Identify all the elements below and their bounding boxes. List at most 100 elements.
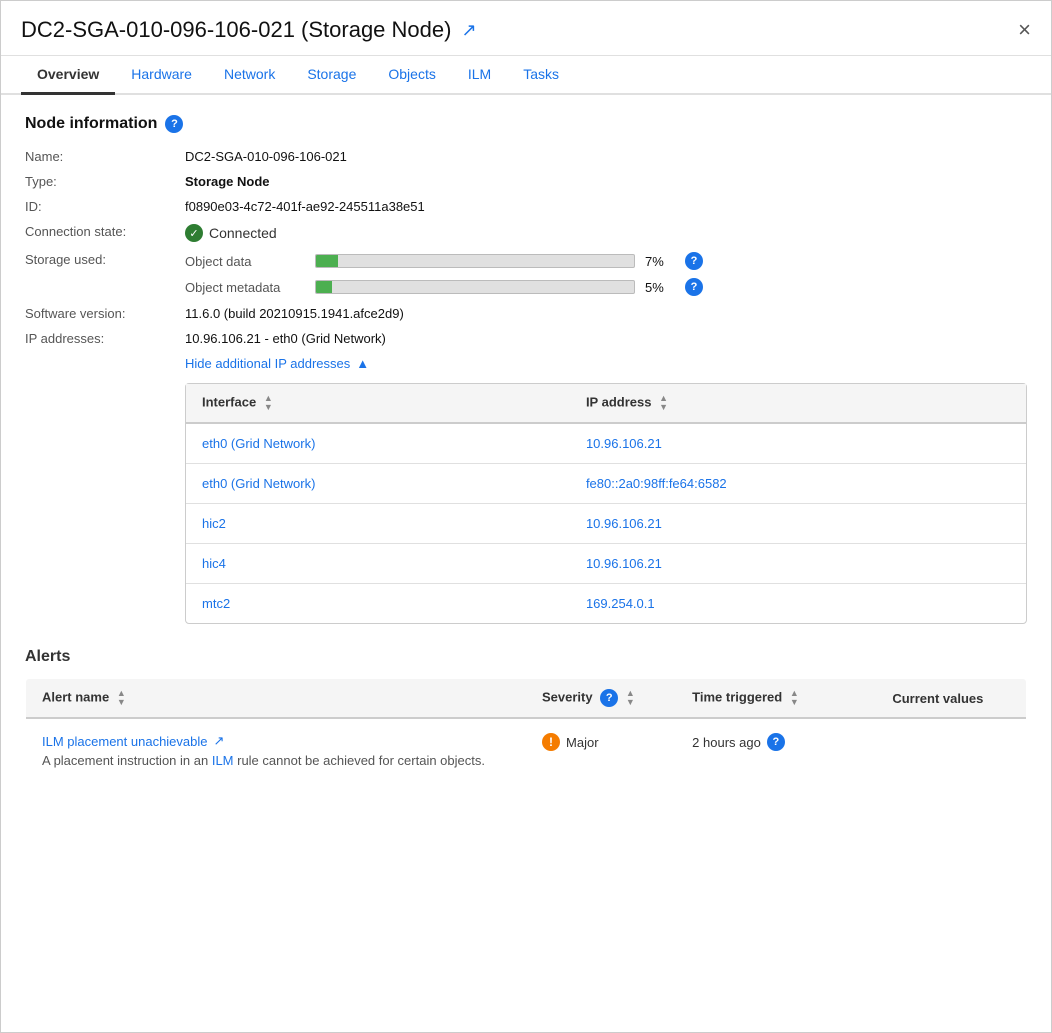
- ip-table-row: eth0 (Grid Network) 10.96.106.21: [186, 423, 1026, 464]
- ip-table-wrapper: Interface ▲▼ IP address ▲▼ eth0 (Grid Ne…: [185, 383, 1027, 624]
- severity-label: Major: [566, 735, 599, 750]
- time-sort-icon[interactable]: ▲▼: [790, 689, 799, 707]
- alerts-table-body: ILM placement unachievable ↗ A placement…: [26, 718, 1027, 783]
- tab-objects[interactable]: Objects: [372, 56, 451, 95]
- alert-description: A placement instruction in an ILM rule c…: [42, 753, 510, 768]
- tab-ilm[interactable]: ILM: [452, 56, 507, 95]
- alert-name-link[interactable]: ILM placement unachievable ↗: [42, 733, 510, 749]
- severity-major: ! Major: [542, 733, 660, 751]
- time-triggered-cell: 2 hours ago ?: [676, 718, 876, 783]
- hide-ip-addresses-link[interactable]: Hide additional IP addresses ▲: [185, 356, 1027, 371]
- severity-cell: ! Major: [526, 718, 676, 783]
- storage-used-label: Storage used:: [25, 252, 185, 267]
- ip-table-col-interface[interactable]: Interface ▲▼: [186, 384, 570, 423]
- storage-used-block: Object data 7% ? Object metadata 5% ?: [185, 252, 703, 296]
- ip-cell: 10.96.106.21: [570, 504, 1026, 544]
- type-row: Type: Storage Node: [25, 174, 1027, 189]
- ip-cell: 10.96.106.21: [570, 423, 1026, 464]
- ip-table-row: eth0 (Grid Network) fe80::2a0:98ff:fe64:…: [186, 464, 1026, 504]
- type-value: Storage Node: [185, 174, 270, 189]
- ip-table-row: mtc2 169.254.0.1: [186, 584, 1026, 624]
- connection-state-label: Connection state:: [25, 224, 185, 239]
- storage-used-row: Storage used: Object data 7% ? Object me…: [25, 252, 1027, 296]
- software-version-row: Software version: 11.6.0 (build 20210915…: [25, 306, 1027, 321]
- tab-storage[interactable]: Storage: [291, 56, 372, 95]
- ip-cell: fe80::2a0:98ff:fe64:6582: [570, 464, 1026, 504]
- connection-state-row: Connection state: ✓ Connected: [25, 224, 1027, 242]
- object-data-help-icon[interactable]: ?: [685, 252, 703, 270]
- alerts-col-severity[interactable]: Severity ? ▲▼: [526, 679, 676, 719]
- object-metadata-progress-bar: [316, 281, 332, 293]
- id-label: ID:: [25, 199, 185, 214]
- tab-bar: Overview Hardware Network Storage Object…: [1, 56, 1051, 95]
- object-metadata-label: Object metadata: [185, 280, 305, 295]
- ip-cell: 169.254.0.1: [570, 584, 1026, 624]
- content-area: Node information ? Name: DC2-SGA-010-096…: [1, 95, 1051, 803]
- interface-cell: eth0 (Grid Network): [186, 464, 570, 504]
- tab-tasks[interactable]: Tasks: [507, 56, 575, 95]
- software-version-value: 11.6.0 (build 20210915.1941.afce2d9): [185, 306, 404, 321]
- severity-major-icon: !: [542, 733, 560, 751]
- interface-cell: hic4: [186, 544, 570, 584]
- interface-cell: hic2: [186, 504, 570, 544]
- tab-network[interactable]: Network: [208, 56, 291, 95]
- interface-sort-icon[interactable]: ▲▼: [264, 394, 273, 412]
- ip-toggle-container: Hide additional IP addresses ▲: [185, 356, 1027, 371]
- object-data-progress-container: [315, 254, 635, 268]
- ip-table-header: Interface ▲▼ IP address ▲▼: [186, 384, 1026, 423]
- object-data-row: Object data 7% ?: [185, 252, 703, 270]
- name-value: DC2-SGA-010-096-106-021: [185, 149, 347, 164]
- ip-sort-icon[interactable]: ▲▼: [659, 394, 668, 412]
- node-info-help-icon[interactable]: ?: [165, 115, 183, 133]
- ip-table-col-ip[interactable]: IP address ▲▼: [570, 384, 1026, 423]
- alerts-section-title: Alerts: [25, 648, 1027, 666]
- ip-addresses-value: 10.96.106.21 - eth0 (Grid Network): [185, 331, 386, 346]
- object-metadata-help-icon[interactable]: ?: [685, 278, 703, 296]
- title-text: DC2-SGA-010-096-106-021 (Storage Node): [21, 17, 451, 43]
- ip-table-row: hic2 10.96.106.21: [186, 504, 1026, 544]
- ip-table: Interface ▲▼ IP address ▲▼ eth0 (Grid Ne…: [186, 384, 1026, 623]
- software-version-label: Software version:: [25, 306, 185, 321]
- storage-node-modal: DC2-SGA-010-096-106-021 (Storage Node) ↗…: [0, 0, 1052, 1033]
- modal-header: DC2-SGA-010-096-106-021 (Storage Node) ↗…: [1, 1, 1051, 56]
- modal-title: DC2-SGA-010-096-106-021 (Storage Node) ↗: [21, 17, 477, 43]
- alerts-table-header: Alert name ▲▼ Severity ? ▲▼ Time trigger…: [26, 679, 1027, 719]
- object-metadata-row: Object metadata 5% ?: [185, 278, 703, 296]
- tab-hardware[interactable]: Hardware: [115, 56, 208, 95]
- id-value: f0890e03-4c72-401f-ae92-245511a38e51: [185, 199, 425, 214]
- current-values-cell: [876, 718, 1026, 783]
- time-help-icon[interactable]: ?: [767, 733, 785, 751]
- external-link-icon[interactable]: ↗: [461, 20, 476, 41]
- ip-addresses-row: IP addresses: 10.96.106.21 - eth0 (Grid …: [25, 331, 1027, 346]
- object-data-label: Object data: [185, 254, 305, 269]
- object-metadata-progress-container: [315, 280, 635, 294]
- ilm-link[interactable]: ILM: [212, 753, 234, 768]
- tab-overview[interactable]: Overview: [21, 56, 115, 95]
- id-row: ID: f0890e03-4c72-401f-ae92-245511a38e51: [25, 199, 1027, 214]
- ip-table-body: eth0 (Grid Network) 10.96.106.21 eth0 (G…: [186, 423, 1026, 623]
- connected-check-icon: ✓: [185, 224, 203, 242]
- ip-addresses-label: IP addresses:: [25, 331, 185, 346]
- ip-cell: 10.96.106.21: [570, 544, 1026, 584]
- chevron-up-icon: ▲: [356, 356, 369, 371]
- type-label: Type:: [25, 174, 185, 189]
- alert-name-sort-icon[interactable]: ▲▼: [117, 689, 126, 707]
- name-label: Name:: [25, 149, 185, 164]
- ip-table-container: Interface ▲▼ IP address ▲▼ eth0 (Grid Ne…: [185, 383, 1027, 624]
- alert-external-link-icon[interactable]: ↗: [214, 733, 225, 749]
- object-data-pct: 7%: [645, 254, 675, 269]
- node-info-section-title: Node information ?: [25, 115, 1027, 133]
- connection-state-value: ✓ Connected: [185, 224, 277, 242]
- severity-help-icon[interactable]: ?: [600, 689, 618, 707]
- name-row: Name: DC2-SGA-010-096-106-021: [25, 149, 1027, 164]
- interface-cell: eth0 (Grid Network): [186, 423, 570, 464]
- connected-text: Connected: [209, 225, 277, 241]
- severity-sort-icon[interactable]: ▲▼: [626, 689, 635, 707]
- ip-table-row: hic4 10.96.106.21: [186, 544, 1026, 584]
- close-button[interactable]: ×: [1018, 19, 1031, 41]
- alert-name-cell: ILM placement unachievable ↗ A placement…: [26, 718, 527, 783]
- alerts-col-time[interactable]: Time triggered ▲▼: [676, 679, 876, 719]
- alerts-section: Alerts Alert name ▲▼ Severity ? ▲▼: [25, 648, 1027, 783]
- object-data-progress-bar: [316, 255, 338, 267]
- alerts-col-name[interactable]: Alert name ▲▼: [26, 679, 527, 719]
